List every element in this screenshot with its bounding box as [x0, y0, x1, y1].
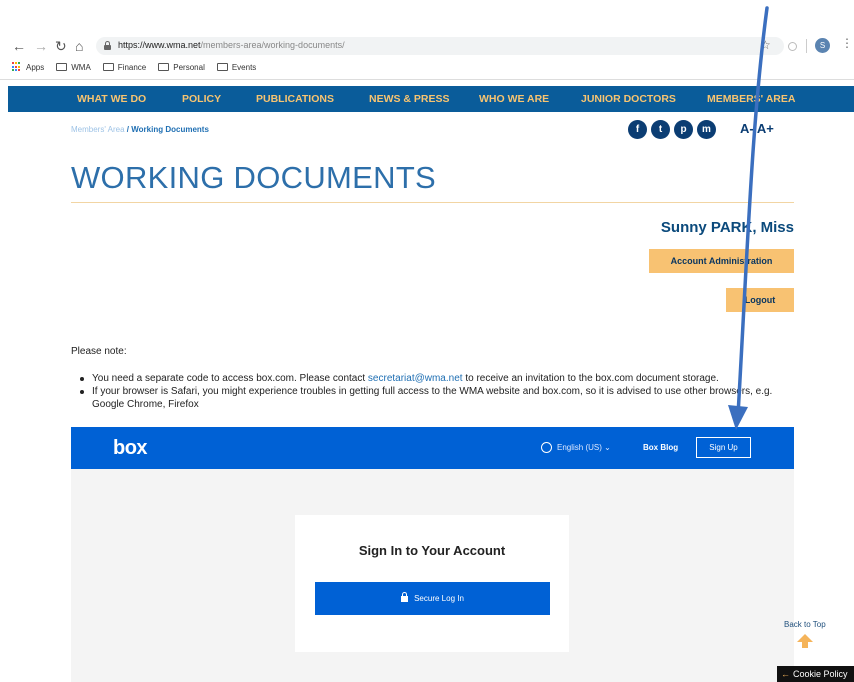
bookmark-wma[interactable]: WMA [56, 63, 91, 72]
folder-icon [56, 63, 68, 71]
toolbar-divider [806, 39, 807, 53]
browser-chrome: ← → ↻ ⌂ https://www.wma.net/members-area… [0, 0, 854, 80]
reload-icon[interactable]: ↻ [55, 36, 67, 56]
arrow-left-icon: ← [781, 669, 790, 679]
folder-icon [216, 63, 228, 71]
breadcrumb-current: Working Documents [131, 125, 209, 134]
up-arrow-stem [802, 641, 808, 648]
breadcrumb: Members' Area / Working Documents [71, 125, 209, 134]
language-selector[interactable]: English (US) ⌄ [557, 443, 611, 452]
note-list: You need a separate code to access box.c… [80, 372, 795, 411]
bookmark-label: Events [231, 62, 257, 72]
back-to-top-link[interactable]: Back to Top [784, 620, 826, 629]
signin-title: Sign In to Your Account [358, 543, 506, 558]
home-icon[interactable]: ⌂ [75, 36, 83, 56]
facebook-icon[interactable]: f [628, 120, 647, 139]
social-share-icons: f t p m [628, 120, 716, 139]
font-size-controls[interactable]: A- A+ [740, 121, 774, 136]
extension-icon[interactable] [788, 42, 797, 51]
back-arrow-icon[interactable]: ← [12, 36, 26, 56]
note-heading: Please note: [71, 346, 127, 357]
user-name: Sunny PARK, Miss [660, 219, 794, 236]
folder-icon [102, 63, 114, 71]
logout-button[interactable]: Logout [726, 288, 794, 312]
nav-item-publications[interactable]: PUBLICATIONS [256, 93, 334, 105]
nav-item-who-we-are[interactable]: WHO WE ARE [479, 93, 549, 105]
nav-item-members-area[interactable]: MEMBERS' AREA [707, 93, 795, 105]
lock-icon [104, 41, 111, 50]
bookmark-label: Finance [117, 62, 147, 72]
print-icon[interactable]: p [674, 120, 693, 139]
url-text: https://www.wma.net/members-area/working… [118, 40, 345, 50]
breadcrumb-parent[interactable]: Members' Area [71, 125, 125, 134]
lock-icon [401, 592, 409, 602]
box-logo[interactable]: box [113, 437, 148, 460]
bookmark-star-icon[interactable]: ☆ [760, 38, 771, 52]
main-navigation: WHAT WE DO POLICY PUBLICATIONS NEWS & PR… [8, 86, 854, 112]
apps-grid-icon [12, 62, 22, 72]
bookmark-label: WMA [71, 62, 91, 72]
email-link[interactable]: secretariat@wma.net [368, 373, 463, 384]
list-item: If your browser is Safari, you might exp… [80, 385, 795, 411]
bookmark-personal[interactable]: Personal [158, 63, 205, 72]
bookmark-label: Personal [173, 62, 205, 72]
menu-kebab-icon[interactable]: ⋮ [841, 36, 853, 50]
bookmarks-bar: Apps WMA Finance Personal Events [12, 60, 268, 74]
title-divider [71, 202, 794, 203]
address-bar[interactable]: https://www.wma.net/members-area/working… [96, 37, 784, 55]
account-administration-button[interactable]: Account Administration [649, 249, 794, 273]
box-embed: box English (US) ⌄ Box Blog Sign Up Sign… [71, 427, 794, 682]
list-item: You need a separate code to access box.c… [80, 372, 795, 385]
folder-icon [158, 63, 170, 71]
page-title: WORKING DOCUMENTS [71, 160, 437, 195]
profile-avatar[interactable]: S [815, 38, 830, 53]
secure-login-button[interactable]: Secure Log In [315, 582, 550, 615]
bookmark-apps[interactable]: Apps [12, 62, 44, 72]
box-header: box English (US) ⌄ Box Blog Sign Up [71, 427, 794, 469]
nav-item-policy[interactable]: POLICY [182, 93, 221, 105]
bookmark-label: Apps [26, 62, 45, 72]
cookie-policy-tab[interactable]: ← Cookie Policy [777, 666, 854, 682]
email-icon[interactable]: m [697, 120, 716, 139]
bookmark-events[interactable]: Events [216, 62, 257, 72]
forward-arrow-icon[interactable]: → [34, 36, 48, 56]
bookmark-finance[interactable]: Finance [102, 62, 147, 72]
nav-item-what-we-do[interactable]: WHAT WE DO [77, 93, 146, 105]
browser-toolbar: ← → ↻ ⌂ https://www.wma.net/members-area… [0, 36, 854, 56]
globe-icon [541, 442, 552, 453]
nav-item-junior-doctors[interactable]: JUNIOR DOCTORS [581, 93, 676, 105]
signin-card: Sign In to Your Account Secure Log In [295, 515, 569, 652]
twitter-icon[interactable]: t [651, 120, 670, 139]
breadcrumb-separator: / [126, 125, 130, 134]
signup-button[interactable]: Sign Up [696, 437, 751, 458]
box-blog-link[interactable]: Box Blog [643, 443, 678, 452]
nav-item-news-press[interactable]: NEWS & PRESS [369, 93, 450, 105]
